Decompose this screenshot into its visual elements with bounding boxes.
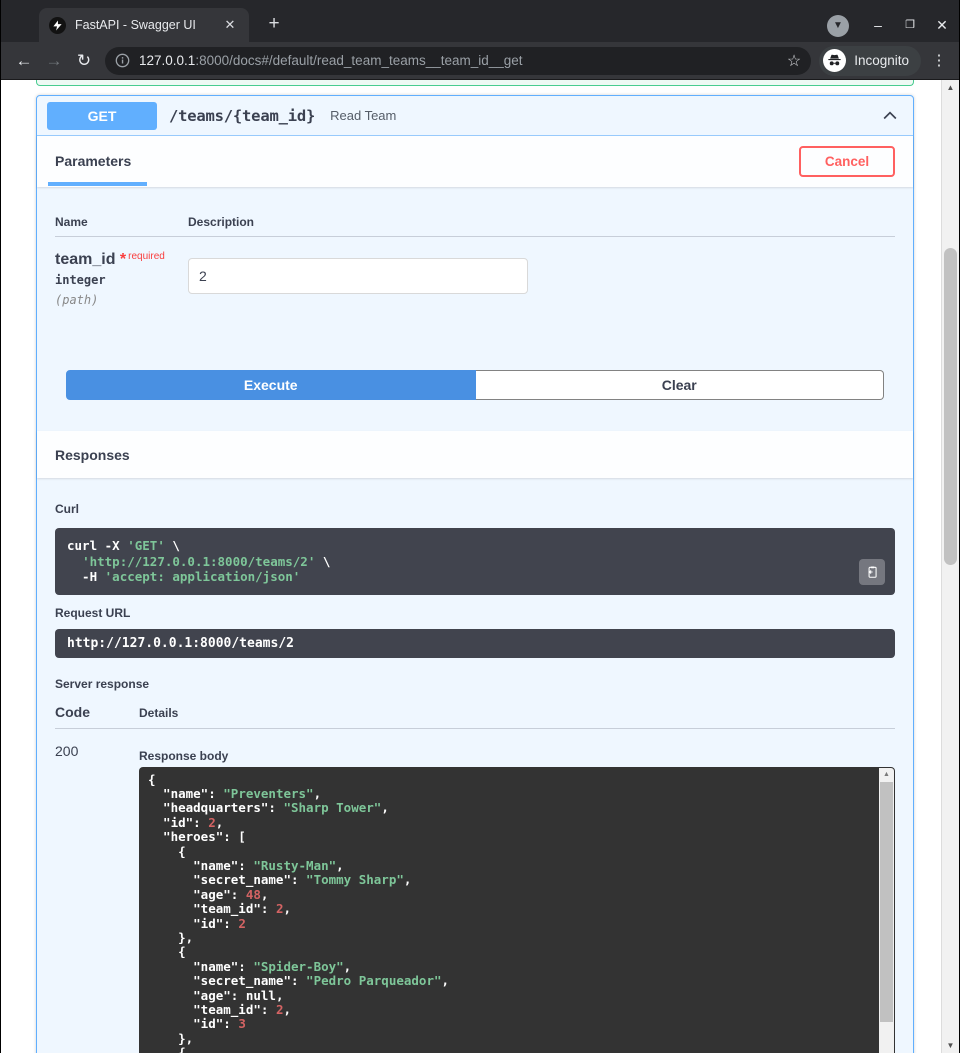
browser-toolbar: ← → ↻ 127.0.0.1:8000/docs#/default/read_… bbox=[1, 42, 959, 80]
scroll-up-icon[interactable]: ▲ bbox=[879, 768, 894, 781]
curl-command-block: curl -X 'GET' \ 'http://127.0.0.1:8000/t… bbox=[55, 528, 895, 595]
address-bar[interactable]: 127.0.0.1:8000/docs#/default/read_team_t… bbox=[105, 47, 811, 75]
page-scrollbar[interactable]: ▲ ▼ bbox=[941, 80, 959, 1053]
name-column-header: Name bbox=[55, 215, 188, 229]
tab-parameters[interactable]: Parameters bbox=[55, 137, 139, 186]
collapse-chevron-icon[interactable] bbox=[877, 103, 903, 129]
server-response-label: Server response bbox=[55, 677, 895, 691]
opblock-get-read-team: GET /teams/{team_id} Read Team Parameter… bbox=[36, 95, 914, 1053]
opblock-header[interactable]: GET /teams/{team_id} Read Team bbox=[37, 96, 913, 136]
team-id-input[interactable] bbox=[188, 258, 528, 294]
url-text: 127.0.0.1:8000/docs#/default/read_team_t… bbox=[139, 53, 787, 68]
parameters-section-header: Parameters Cancel bbox=[37, 136, 913, 187]
tab-search-icon[interactable]: ▼ bbox=[827, 15, 849, 37]
request-url-value: http://127.0.0.1:8000/teams/2 bbox=[67, 636, 294, 651]
curl-label: Curl bbox=[55, 502, 895, 516]
parameters-area: Name Description team_id *required integ… bbox=[37, 187, 913, 431]
response-body-block: { "name": "Preventers", "headquarters": … bbox=[139, 767, 895, 1053]
previous-opblock-edge bbox=[36, 80, 914, 86]
tab-close-icon[interactable]: ✕ bbox=[221, 16, 239, 34]
responses-area: Curl curl -X 'GET' \ 'http://127.0.0.1:8… bbox=[37, 478, 913, 1053]
browser-tab[interactable]: FastAPI - Swagger UI ✕ bbox=[39, 8, 249, 42]
response-row: 200 Response body { "name": "Preventers"… bbox=[55, 729, 895, 1053]
window-maximize-button[interactable]: ❐ bbox=[897, 12, 923, 38]
browser-menu-icon[interactable]: ⋮ bbox=[927, 48, 951, 74]
window-minimize-button[interactable]: – bbox=[865, 12, 891, 38]
required-star: * bbox=[120, 251, 126, 268]
back-button[interactable]: ← bbox=[9, 46, 39, 76]
incognito-icon bbox=[823, 49, 846, 72]
window-close-button[interactable]: ✕ bbox=[929, 12, 955, 38]
responses-section-header: Responses bbox=[37, 431, 913, 478]
reload-button[interactable]: ↻ bbox=[69, 46, 99, 76]
incognito-label: Incognito bbox=[854, 53, 909, 68]
status-code: 200 bbox=[55, 741, 139, 1053]
incognito-badge: Incognito bbox=[819, 46, 921, 76]
request-url-block: http://127.0.0.1:8000/teams/2 bbox=[55, 629, 895, 658]
response-body-label: Response body bbox=[139, 749, 895, 763]
page-scrollbar-thumb[interactable] bbox=[944, 248, 957, 565]
page-scroll-down-icon[interactable]: ▼ bbox=[942, 1038, 959, 1053]
response-body-scrollbar[interactable]: ▲ bbox=[879, 768, 894, 1053]
parameter-name: team_id *required bbox=[55, 251, 188, 269]
method-badge: GET bbox=[47, 102, 157, 130]
parameter-row: team_id *required integer (path) bbox=[37, 237, 913, 307]
parameter-location: (path) bbox=[55, 293, 188, 307]
url-path: :8000/docs#/default/read_team_teams__tea… bbox=[195, 53, 522, 68]
tab-strip: FastAPI - Swagger UI ✕ + ▼ – ❐ ✕ bbox=[1, 0, 959, 42]
code-column-header: Code bbox=[55, 704, 139, 720]
response-scrollbar-thumb[interactable] bbox=[880, 782, 893, 1022]
required-label: required bbox=[128, 251, 165, 262]
request-url-label: Request URL bbox=[55, 606, 895, 620]
url-host: 127.0.0.1 bbox=[139, 53, 195, 68]
parameter-type: integer bbox=[55, 273, 188, 287]
tab-title: FastAPI - Swagger UI bbox=[75, 18, 221, 32]
browser-window: FastAPI - Swagger UI ✕ + ▼ – ❐ ✕ ← → ↻ 1… bbox=[0, 0, 960, 1053]
responses-title: Responses bbox=[55, 447, 130, 463]
forward-button[interactable]: → bbox=[39, 46, 69, 76]
page-scroll-up-icon[interactable]: ▲ bbox=[942, 80, 959, 95]
description-column-header: Description bbox=[188, 215, 254, 229]
bookmark-star-icon[interactable]: ☆ bbox=[787, 51, 801, 71]
new-tab-button[interactable]: + bbox=[261, 12, 287, 38]
endpoint-path: /teams/{team_id} bbox=[169, 107, 315, 125]
swagger-page: GET /teams/{team_id} Read Team Parameter… bbox=[1, 80, 941, 1053]
copy-to-clipboard-button[interactable] bbox=[859, 559, 885, 585]
execute-button[interactable]: Execute bbox=[66, 370, 476, 400]
endpoint-summary: Read Team bbox=[330, 108, 396, 123]
clear-button[interactable]: Clear bbox=[476, 370, 885, 400]
details-column-header: Details bbox=[139, 706, 178, 720]
page-info-icon[interactable] bbox=[115, 53, 130, 68]
cancel-button[interactable]: Cancel bbox=[799, 146, 895, 177]
fastapi-favicon-icon bbox=[49, 17, 66, 34]
